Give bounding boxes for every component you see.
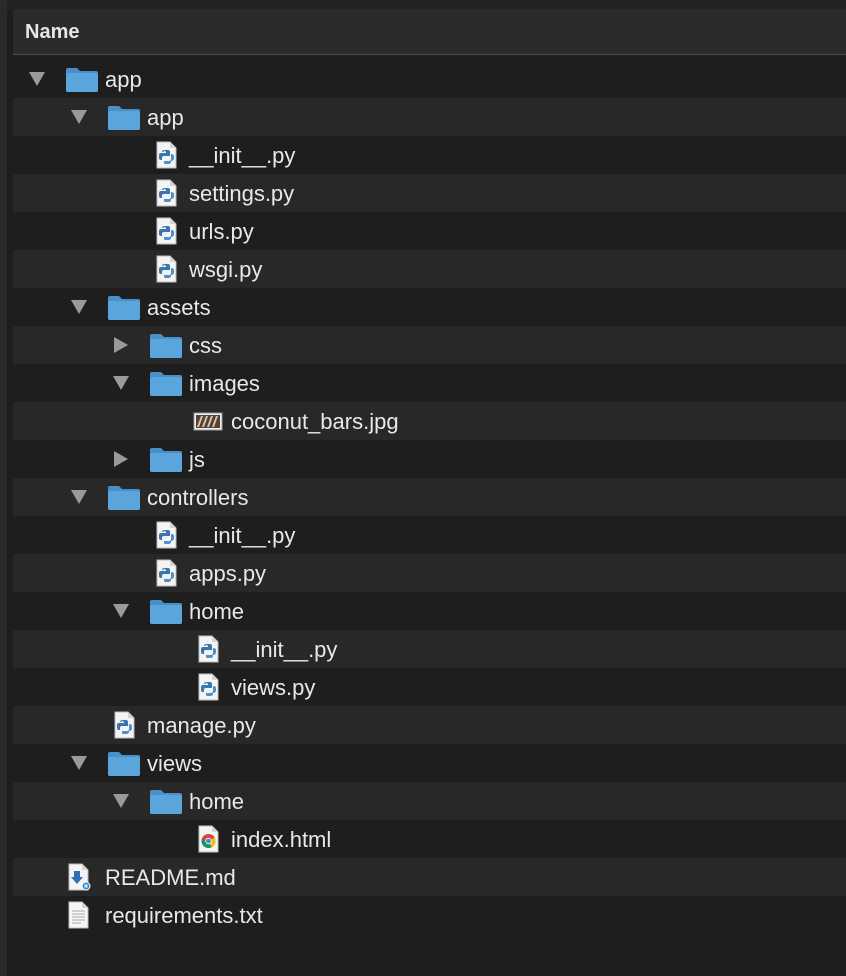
tree-item-label: __init__.py [189, 523, 296, 548]
name-column-header[interactable]: Name [25, 21, 79, 44]
python-file-icon [191, 635, 225, 663]
tree-row-file[interactable]: requirements.txt [13, 896, 846, 934]
tree-row-file[interactable]: manage.py [13, 706, 846, 744]
folder-icon [149, 597, 183, 625]
window-top-edge [7, 0, 846, 9]
markdown-file-icon [65, 863, 99, 891]
tree-item-label: views [147, 751, 203, 776]
tree-row-file[interactable]: apps.py [13, 554, 846, 592]
tree-item-label: __init__.py [189, 143, 296, 168]
list-header: Name [13, 9, 846, 55]
tree-item-label: controllers [147, 485, 249, 510]
python-file-icon [149, 179, 183, 207]
tree-row-file[interactable]: views.py [13, 668, 846, 706]
folder-icon [149, 445, 183, 473]
folder-icon [149, 331, 183, 359]
tree-item-label: wsgi.py [189, 257, 263, 282]
tree-row-file[interactable]: __init__.py [13, 516, 846, 554]
tree-row-folder[interactable]: css [13, 326, 846, 364]
disclosure-expanded-icon[interactable] [112, 793, 130, 809]
tree-item-label: js [189, 447, 205, 472]
file-tree: app app __init__.py settings.py urls.py [13, 60, 846, 934]
disclosure-collapsed-icon[interactable] [112, 451, 130, 467]
tree-row-folder[interactable]: images [13, 364, 846, 402]
tree-item-label: README.md [105, 865, 236, 890]
tree-row-folder[interactable]: assets [13, 288, 846, 326]
tree-item-label: views.py [231, 675, 316, 700]
disclosure-collapsed-icon[interactable] [112, 337, 130, 353]
tree-item-label: app [147, 105, 184, 130]
tree-item-label: settings.py [189, 181, 295, 206]
folder-icon [107, 103, 141, 131]
tree-item-label: index.html [231, 827, 332, 852]
disclosure-expanded-icon[interactable] [70, 299, 88, 315]
tree-item-label: images [189, 371, 260, 396]
python-file-icon [191, 673, 225, 701]
tree-item-label: css [189, 333, 222, 358]
tree-row-file[interactable]: __init__.py [13, 136, 846, 174]
tree-row-folder[interactable]: app [13, 98, 846, 136]
tree-row-folder[interactable]: controllers [13, 478, 846, 516]
text-file-icon [65, 901, 99, 929]
tree-row-folder[interactable]: home [13, 782, 846, 820]
disclosure-expanded-icon[interactable] [28, 71, 46, 87]
tree-item-label: app [105, 67, 142, 92]
folder-icon [107, 293, 141, 321]
disclosure-expanded-icon[interactable] [112, 375, 130, 391]
html-file-icon [191, 825, 225, 853]
tree-item-label: apps.py [189, 561, 267, 586]
tree-row-file[interactable]: __init__.py [13, 630, 846, 668]
tree-row-folder[interactable]: home [13, 592, 846, 630]
folder-icon [149, 369, 183, 397]
image-file-icon [191, 407, 225, 435]
folder-icon [65, 65, 99, 93]
tree-item-label: assets [147, 295, 211, 320]
tree-item-label: __init__.py [231, 637, 338, 662]
finder-window: Name app app __init__.py settings.py url… [0, 0, 846, 976]
python-file-icon [149, 255, 183, 283]
tree-row-folder[interactable]: views [13, 744, 846, 782]
disclosure-expanded-icon[interactable] [70, 489, 88, 505]
tree-row-folder[interactable]: js [13, 440, 846, 478]
tree-row-file[interactable]: settings.py [13, 174, 846, 212]
python-file-icon [107, 711, 141, 739]
tree-row-file[interactable]: coconut_bars.jpg [13, 402, 846, 440]
tree-row-file[interactable]: index.html [13, 820, 846, 858]
tree-row-file[interactable]: wsgi.py [13, 250, 846, 288]
tree-row-folder[interactable]: app [13, 60, 846, 98]
python-file-icon [149, 559, 183, 587]
disclosure-expanded-icon[interactable] [70, 755, 88, 771]
tree-item-label: home [189, 789, 245, 814]
tree-item-label: coconut_bars.jpg [231, 409, 399, 434]
tree-item-label: requirements.txt [105, 903, 263, 928]
tree-row-file[interactable]: urls.py [13, 212, 846, 250]
python-file-icon [149, 521, 183, 549]
python-file-icon [149, 217, 183, 245]
tree-item-label: manage.py [147, 713, 256, 738]
folder-icon [149, 787, 183, 815]
folder-icon [107, 483, 141, 511]
python-file-icon [149, 141, 183, 169]
disclosure-expanded-icon[interactable] [112, 603, 130, 619]
folder-icon [107, 749, 141, 777]
tree-row-file[interactable]: README.md [13, 858, 846, 896]
tree-item-label: urls.py [189, 219, 254, 244]
disclosure-expanded-icon[interactable] [70, 109, 88, 125]
tree-item-label: home [189, 599, 245, 624]
